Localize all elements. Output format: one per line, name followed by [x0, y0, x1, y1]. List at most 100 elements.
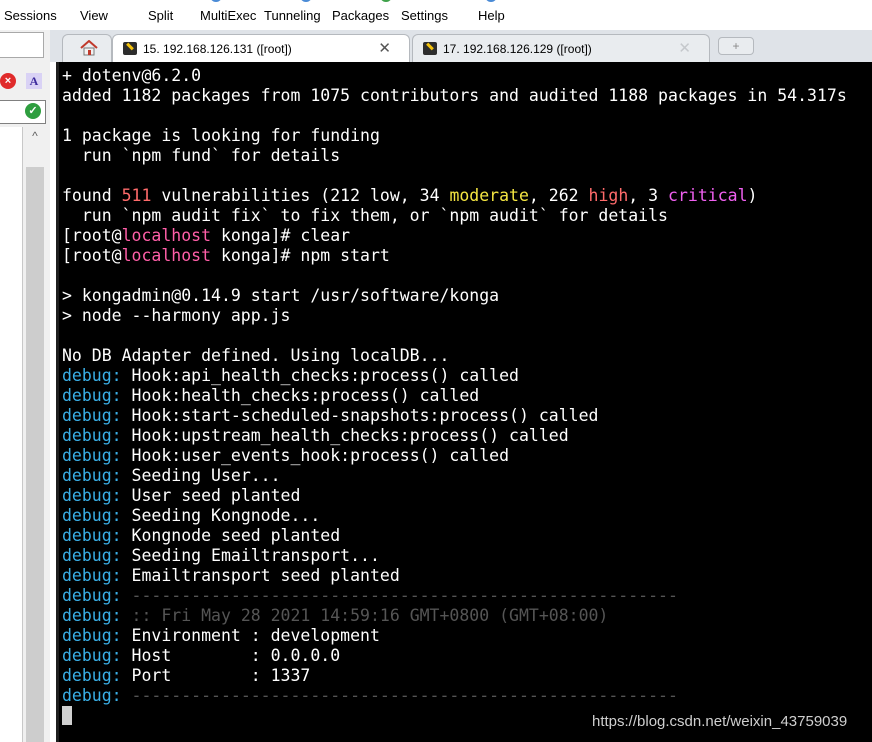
close-circle-icon[interactable]: × — [0, 73, 16, 89]
terminal-text: vulnerabilities (212 low, 34 — [151, 186, 450, 205]
terminal-text: :: Fri May 28 2021 14:59:16 GMT+0800 (GM… — [121, 606, 609, 625]
toolbar-icon-edge — [210, 0, 222, 2]
terminal-text: , 262 — [528, 186, 589, 205]
sidebar-search-input[interactable] — [0, 32, 44, 58]
terminal-text: Hook:start-scheduled-snapshots:process()… — [121, 406, 599, 425]
menu-tunneling[interactable]: Tunneling — [264, 8, 321, 23]
terminal-line: debug: Kongnode seed planted — [62, 526, 847, 546]
menu-sessions[interactable]: Sessions — [4, 8, 57, 23]
terminal-line: debug: Seeding Emailtransport... — [62, 546, 847, 566]
terminal-text: debug: — [62, 526, 122, 545]
add-tab-button[interactable]: + — [718, 37, 754, 55]
terminal-text: debug: — [62, 646, 122, 665]
close-icon[interactable]: ✕ — [678, 39, 691, 57]
terminal-text: Seeding Emailtransport... — [121, 546, 380, 565]
terminal-text: debug: — [62, 466, 122, 485]
terminal-line: found 511 vulnerabilities (212 low, 34 m… — [62, 186, 847, 206]
terminal-line: debug: :: Fri May 28 2021 14:59:16 GMT+0… — [62, 606, 847, 626]
terminal-text: > kongadmin@0.14.9 start /usr/software/k… — [62, 286, 500, 305]
terminal-line: debug: Seeding Kongnode... — [62, 506, 847, 526]
terminal-text: debug: — [62, 406, 122, 425]
terminal-text: Hook:user_events_hook:process() called — [121, 446, 510, 465]
terminal-text: konga]# clear — [211, 226, 351, 245]
watermark: https://blog.csdn.net/weixin_43759039 — [592, 713, 848, 730]
terminal-line: added 1182 packages from 1075 contributo… — [62, 86, 847, 106]
terminal-text: high — [588, 186, 629, 205]
terminal-text: debug: — [62, 586, 122, 605]
terminal-text: Hook:health_checks:process() called — [121, 386, 480, 405]
terminal-text: debug: — [62, 486, 122, 505]
tab-strip: 15. 192.168.126.131 ([root]) ✕ 17. 192.1… — [50, 30, 872, 62]
terminal-line: run `npm audit fix` to fix them, or `npm… — [62, 206, 847, 226]
sidebar-path-field[interactable]: ✓ — [0, 100, 46, 124]
terminal-text: debug: — [62, 566, 122, 585]
terminal-text: No DB Adapter defined. Using localDB... — [62, 346, 450, 365]
terminal-line: + dotenv@6.2.0 — [62, 66, 847, 86]
toolbar-icon-edge — [485, 0, 497, 2]
check-circle-icon[interactable]: ✓ — [25, 103, 41, 119]
terminal-text: debug: — [62, 546, 122, 565]
terminal-line: 1 package is looking for funding — [62, 126, 847, 146]
font-icon[interactable]: A — [26, 73, 42, 89]
terminal-text: ) — [747, 186, 758, 205]
terminal-lines: + dotenv@6.2.0 added 1182 packages from 1… — [62, 66, 847, 706]
tab-label: 15. 192.168.126.131 ([root]) — [143, 42, 292, 56]
terminal-text: 511 — [121, 186, 152, 205]
toolbar-icon-edge — [300, 0, 312, 2]
tab-home[interactable] — [62, 34, 112, 62]
terminal-text: Port : 1337 — [121, 666, 311, 685]
terminal-line: debug: Seeding User... — [62, 466, 847, 486]
sidebar-panel: × A ✓ ^ — [0, 30, 50, 742]
terminal-text: debug: — [62, 666, 122, 685]
terminal-line: [root@localhost konga]# npm start — [62, 246, 847, 266]
sidebar-file-list[interactable] — [0, 127, 23, 742]
menu-bar: Sessions View Split MultiExec Tunneling … — [0, 0, 872, 30]
terminal-text: [root@ — [62, 246, 122, 265]
terminal-line: No DB Adapter defined. Using localDB... — [62, 346, 847, 366]
terminal-text: [root@ — [62, 226, 122, 245]
terminal-text: Hook:api_health_checks:process() called — [121, 366, 519, 385]
terminal-text: found — [62, 186, 122, 205]
menu-settings[interactable]: Settings — [401, 8, 448, 23]
terminal-line: > kongadmin@0.14.9 start /usr/software/k… — [62, 286, 847, 306]
terminal-line: debug: Environment : development — [62, 626, 847, 646]
tab-label: 17. 192.168.126.129 ([root]) — [443, 42, 592, 56]
close-icon[interactable]: ✕ — [378, 39, 391, 57]
terminal-line: [root@localhost konga]# clear — [62, 226, 847, 246]
terminal-text: Environment : development — [121, 626, 380, 645]
tab-session-15[interactable]: 15. 192.168.126.131 ([root]) ✕ — [112, 34, 410, 62]
terminal-line: debug: Hook:upstream_health_checks:proce… — [62, 426, 847, 446]
terminal-text: debug: — [62, 426, 122, 445]
terminal-text: run `npm fund` for details — [62, 146, 341, 165]
terminal-text: localhost — [121, 246, 212, 265]
terminal-line: debug: Hook:health_checks:process() call… — [62, 386, 847, 406]
terminal-text: debug: — [62, 446, 122, 465]
terminal-line: debug: Port : 1337 — [62, 666, 847, 686]
scroll-up-icon[interactable]: ^ — [24, 127, 46, 145]
sidebar-scrollbar[interactable]: ^ — [24, 127, 46, 742]
terminal-text: Host : 0.0.0.0 — [121, 646, 341, 665]
home-icon — [80, 40, 98, 56]
terminal-line: debug: Hook:start-scheduled-snapshots:pr… — [62, 406, 847, 426]
menu-packages[interactable]: Packages — [332, 8, 389, 23]
terminal-text: ----------------------------------------… — [121, 586, 678, 605]
menu-view[interactable]: View — [80, 8, 108, 23]
terminal-text: debug: — [62, 506, 122, 525]
terminal-text: debug: — [62, 606, 122, 625]
terminal-output[interactable]: + dotenv@6.2.0 added 1182 packages from 1… — [56, 62, 872, 742]
terminal-text: ----------------------------------------… — [121, 686, 678, 705]
menu-help[interactable]: Help — [478, 8, 505, 23]
terminal-text: debug: — [62, 386, 122, 405]
tab-session-17[interactable]: 17. 192.168.126.129 ([root]) ✕ — [412, 34, 710, 62]
menu-split[interactable]: Split — [148, 8, 173, 23]
terminal-line: debug: Emailtransport seed planted — [62, 566, 847, 586]
terminal-text: debug: — [62, 626, 122, 645]
menu-multiexec[interactable]: MultiExec — [200, 8, 256, 23]
terminal-line: debug: User seed planted — [62, 486, 847, 506]
scrollbar-thumb[interactable] — [26, 167, 44, 742]
terminal-line: run `npm fund` for details — [62, 146, 847, 166]
terminal-text: run `npm audit fix` to fix them, or `npm… — [62, 206, 668, 225]
